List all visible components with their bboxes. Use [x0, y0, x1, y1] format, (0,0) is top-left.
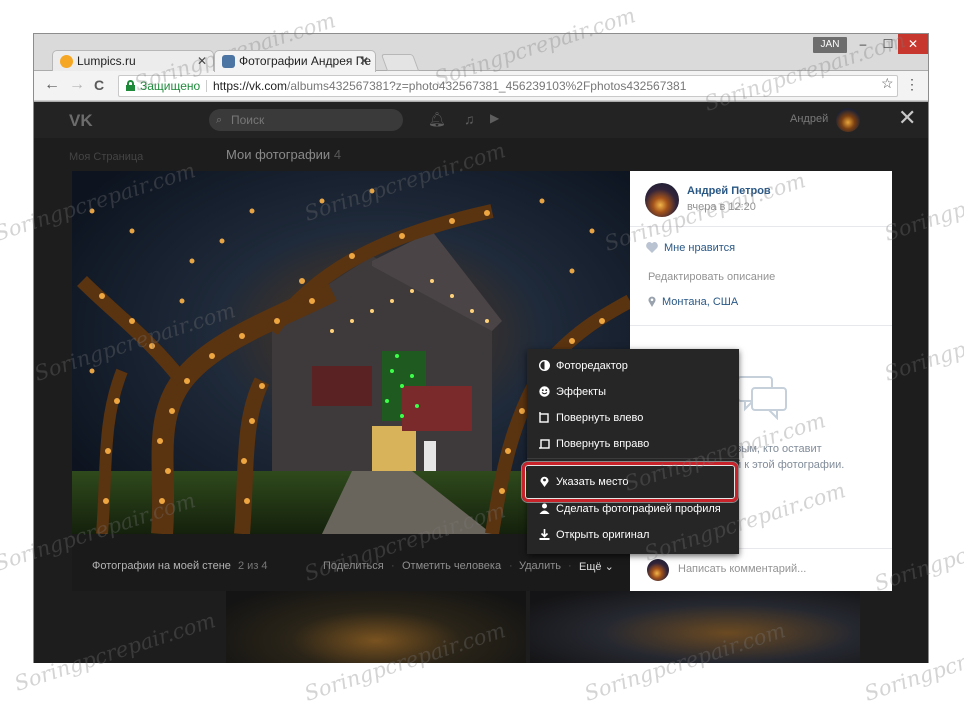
menu-item-label: Фоторедактор	[556, 360, 628, 372]
bg-photo-thumbnail	[530, 588, 860, 663]
tab-close-icon[interactable]: ✕	[197, 51, 207, 72]
forward-icon[interactable]: →	[69, 77, 85, 93]
divider	[630, 325, 892, 326]
dot-separator: ·	[509, 560, 513, 572]
user-badge[interactable]: JAN	[813, 37, 847, 53]
menu-item-rotate-right[interactable]: Повернуть вправо	[527, 431, 739, 457]
like-button[interactable]: Мне нравится	[664, 242, 735, 254]
author-name-link[interactable]: Андрей Петров	[687, 185, 771, 197]
viewer-close-icon[interactable]: ✕	[898, 107, 916, 129]
divider	[630, 226, 892, 227]
lock-icon	[126, 80, 135, 91]
maximize-button[interactable]: ☐	[877, 34, 899, 54]
menu-item-photo-editor[interactable]: Фоторедактор	[527, 353, 739, 379]
address-bar[interactable]: Защищено https://vk.com/albums432567381?…	[118, 75, 898, 97]
more-actions-menu: Фоторедактор Эффекты Повернуть влево Пов…	[527, 349, 739, 554]
tab-title: Фотографии Андрея Пе	[239, 54, 372, 68]
bg-title-text: Мои фотографии	[226, 147, 331, 162]
video-icon[interactable]: ▶	[490, 111, 499, 125]
delete-link[interactable]: Удалить	[519, 560, 561, 572]
url-text[interactable]: https://vk.com/albums432567381?z=photo43…	[213, 76, 686, 96]
tab-title: Lumpics.ru	[77, 54, 136, 68]
bg-breadcrumb: Моя Страница	[69, 151, 144, 163]
minimize-button[interactable]: –	[852, 34, 874, 54]
comments-bubble-icon	[737, 376, 787, 420]
rotate-left-icon	[539, 412, 549, 423]
author-avatar[interactable]	[645, 183, 679, 217]
tab-vk-photos[interactable]: Фотографии Андрея Пе ✕	[214, 50, 376, 72]
tab-close-icon[interactable]: ✕	[359, 51, 369, 72]
browser-window: JAN – ☐ ✕ Lumpics.ru ✕ Фотографии Андрея…	[33, 33, 929, 663]
menu-item-rotate-left[interactable]: Повернуть влево	[527, 405, 739, 431]
dot-separator: ·	[391, 560, 395, 572]
post-time[interactable]: вчера в 12:20	[687, 201, 756, 213]
place-link[interactable]: Монтана, США	[662, 296, 738, 308]
tag-person-link[interactable]: Отметить человека	[402, 560, 501, 572]
album-title-link[interactable]: Фотографии на моей стене	[92, 560, 231, 572]
bg-photo-count: 4	[333, 147, 342, 162]
menu-item-label: Открыть оригинал	[556, 529, 650, 541]
comment-input[interactable]: Написать комментарий...	[678, 563, 806, 575]
photo-viewer: Фотографии на моей стене 2 из 4 Поделить…	[72, 171, 892, 591]
reload-icon[interactable]: C	[94, 77, 104, 93]
contrast-icon	[539, 360, 550, 371]
new-tab-button[interactable]	[380, 54, 420, 71]
smile-icon	[539, 386, 550, 397]
music-icon[interactable]: ♫	[464, 111, 475, 127]
vk-user-name[interactable]: Андрей	[790, 113, 828, 125]
search-icon: ⌕	[216, 114, 223, 126]
chevron-down-icon: ⌄	[604, 561, 614, 573]
bg-page-title: Мои фотографии 4	[226, 147, 341, 162]
menu-divider	[527, 458, 739, 459]
secure-label: Защищено	[140, 79, 201, 93]
url-path: /albums432567381?z=photo432567381_456239…	[287, 79, 687, 93]
more-button[interactable]: Ещё ⌄	[579, 560, 614, 573]
photo-position: 2 из 4	[238, 560, 268, 572]
url-host: https://vk.com	[213, 79, 288, 93]
vk-logo[interactable]: VK	[69, 111, 93, 131]
menu-item-label: Эффекты	[556, 386, 607, 398]
vk-search-input[interactable]: ⌕ Поиск	[209, 109, 403, 131]
bookmark-star-icon[interactable]: ☆	[881, 75, 894, 92]
dot-separator: ·	[568, 560, 572, 572]
menu-item-effects[interactable]: Эффекты	[527, 379, 739, 405]
rotate-right-icon	[539, 439, 550, 449]
more-label: Ещё	[579, 561, 602, 573]
menu-item-label: Повернуть вправо	[556, 438, 650, 450]
highlight-frame	[522, 462, 738, 502]
address-divider	[206, 80, 207, 92]
share-link[interactable]: Поделиться	[323, 560, 384, 572]
heart-icon[interactable]	[646, 242, 658, 253]
vk-favicon-icon	[222, 55, 235, 68]
edit-description-link[interactable]: Редактировать описание	[648, 271, 775, 283]
back-icon[interactable]: ←	[44, 77, 60, 93]
menu-item-open-original[interactable]: Открыть оригинал	[527, 522, 739, 548]
vk-header: VK ⌕ Поиск 🔔︎ ♫ ▶ Андрей ✕	[34, 102, 928, 138]
lumpics-favicon-icon	[60, 55, 73, 68]
tab-lumpics[interactable]: Lumpics.ru ✕	[52, 50, 214, 72]
menu-item-label: Повернуть влево	[556, 412, 644, 424]
download-icon	[539, 529, 550, 540]
browser-menu-icon[interactable]: ⋮	[905, 77, 919, 91]
bell-icon[interactable]: 🔔︎	[428, 111, 446, 128]
vk-user-avatar[interactable]	[836, 108, 860, 132]
title-bar: JAN – ☐ ✕ Lumpics.ru ✕ Фотографии Андрея…	[34, 34, 928, 72]
location-pin-icon	[648, 296, 656, 307]
commenter-avatar	[647, 559, 669, 581]
vk-page: VK ⌕ Поиск 🔔︎ ♫ ▶ Андрей ✕ Моя Страница …	[34, 102, 928, 663]
search-placeholder: Поиск	[231, 113, 265, 127]
close-window-button[interactable]: ✕	[898, 34, 928, 54]
bg-photo-thumbnail	[226, 588, 526, 663]
browser-toolbar: ← → C Защищено https://vk.com/albums4325…	[34, 71, 928, 101]
user-icon	[539, 503, 550, 514]
